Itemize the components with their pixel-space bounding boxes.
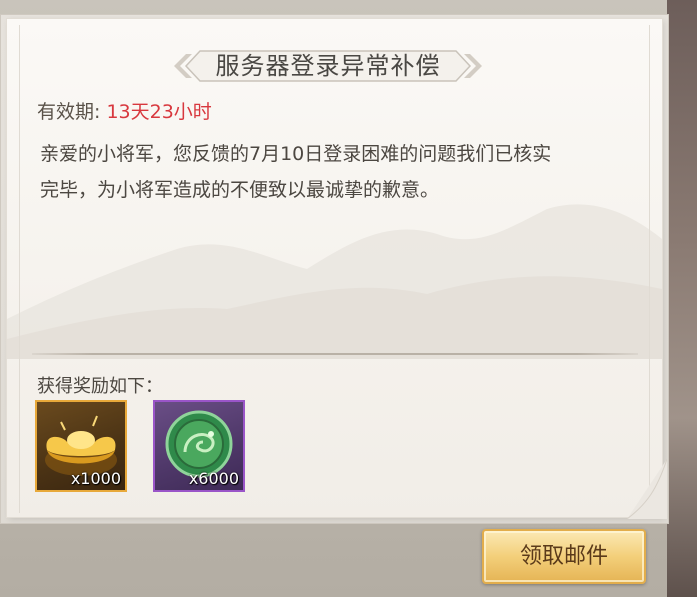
rewards-title: 获得奖励如下：: [37, 376, 163, 397]
claim-mail-button[interactable]: 领取邮件: [482, 529, 646, 584]
reward-count: x6000: [188, 469, 239, 488]
reward-count: x1000: [70, 469, 121, 488]
validity-row: 有效期: 13天23小时: [37, 99, 212, 125]
section-divider: [32, 353, 638, 355]
reward-item-gold[interactable]: x1000: [35, 400, 127, 492]
validity-label: 有效期:: [37, 101, 101, 123]
mail-body: 亲爱的小将军，您反馈的7月10日登录困难的问题我们已核实 完毕，为小将军造成的不…: [40, 136, 630, 208]
mail-title: 服务器登录异常补偿: [215, 52, 441, 80]
reward-item-jade-coin[interactable]: x6000: [153, 400, 245, 492]
background-scene-edge: [667, 0, 697, 597]
mail-body-line-2: 完毕，为小将军造成的不便致以最诚挚的歉意。: [40, 179, 440, 201]
mail-body-line-1: 亲爱的小将军，您反馈的7月10日登录困难的问题我们已核实: [40, 143, 552, 165]
validity-value: 13天23小时: [106, 101, 212, 123]
page-curl-decoration: [627, 459, 667, 519]
mail-title-banner: 服务器登录异常补偿: [168, 45, 488, 87]
